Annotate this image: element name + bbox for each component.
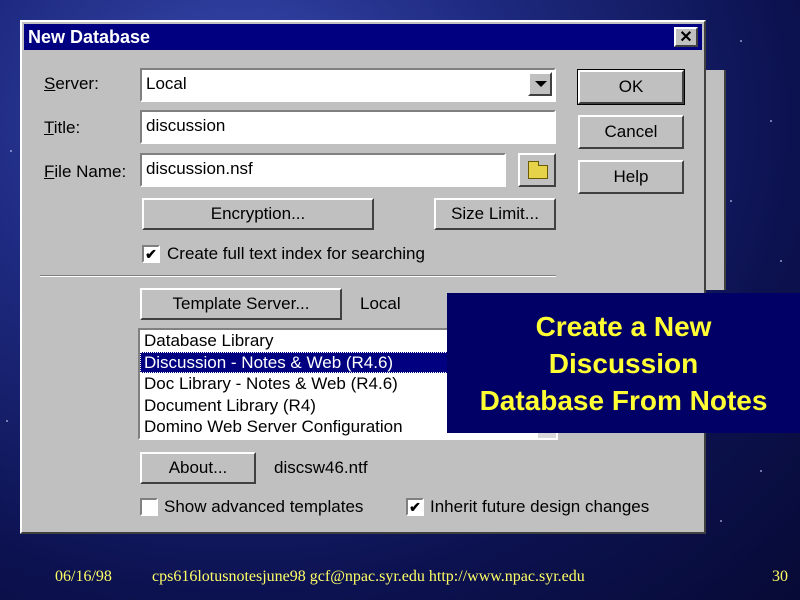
server-value: Local <box>146 74 187 93</box>
template-server-button[interactable]: Template Server... <box>140 288 342 320</box>
checkmark-icon: ✔ <box>145 246 157 262</box>
about-button[interactable]: About... <box>140 452 256 484</box>
dialog-titlebar: New Database ✕ <box>24 24 702 50</box>
background-window-edge <box>706 70 726 290</box>
inherit-design-checkbox[interactable]: ✔ <box>406 498 424 516</box>
footer-source: cps616lotusnotesjune98 gcf@npac.syr.edu … <box>152 568 585 585</box>
fulltext-index-checkbox[interactable]: ✔ <box>142 245 160 263</box>
close-icon[interactable]: ✕ <box>674 27 698 47</box>
size-limit-button[interactable]: Size Limit... <box>434 198 556 230</box>
template-filename: discsw46.ntf <box>274 458 368 477</box>
encryption-button[interactable]: Encryption... <box>142 198 374 230</box>
title-input[interactable]: discussion <box>140 110 556 144</box>
chevron-down-icon[interactable] <box>528 72 552 96</box>
checkmark-icon: ✔ <box>409 499 421 515</box>
folder-icon <box>528 161 548 179</box>
inherit-design-label: Inherit future design changes <box>430 497 650 516</box>
show-advanced-checkbox[interactable] <box>140 498 158 516</box>
fulltext-index-label: Create full text index for searching <box>167 244 425 263</box>
server-label: Server: <box>44 74 99 93</box>
new-database-dialog: New Database ✕ Server: Local Title: disc… <box>20 20 706 534</box>
template-server-value: Local <box>360 294 401 313</box>
server-dropdown[interactable]: Local <box>140 68 556 102</box>
browse-folder-button[interactable] <box>518 153 556 187</box>
title-label: Title: <box>44 118 81 137</box>
filename-label: File Name: <box>44 162 127 181</box>
footer-date: 06/16/98 <box>55 568 112 585</box>
filename-input[interactable]: discussion.nsf <box>140 153 506 187</box>
slide-footer: 06/16/98 cps616lotusnotesjune98 gcf@npac… <box>0 566 800 590</box>
caption-line-3: Database From Notes <box>479 384 768 416</box>
footer-page-number: 30 <box>772 568 788 585</box>
ok-button[interactable]: OK <box>577 69 685 105</box>
cancel-button[interactable]: Cancel <box>578 115 684 149</box>
caption-line-1: Create a New <box>535 310 712 342</box>
caption-line-2: Discussion <box>548 347 699 379</box>
show-advanced-label: Show advanced templates <box>164 497 364 516</box>
section-divider <box>40 275 556 277</box>
dialog-title: New Database <box>28 27 151 47</box>
help-button[interactable]: Help <box>578 160 684 194</box>
slide-caption: Create a New Discussion Database From No… <box>447 293 800 433</box>
